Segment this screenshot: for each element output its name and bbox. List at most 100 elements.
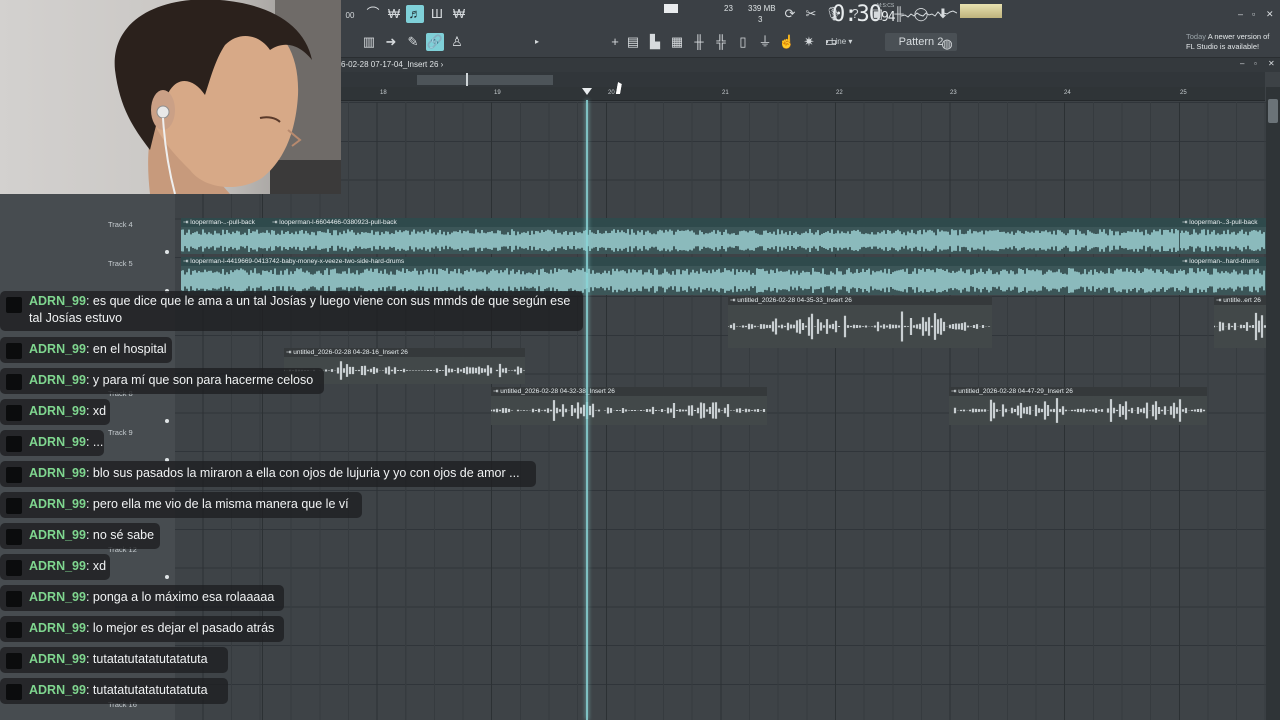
audio-clip[interactable]: ⇥ untitled_2026-02-28 04-32-38_Insert 26 — [491, 387, 767, 425]
loop-record-icon[interactable]: ₩ — [450, 5, 468, 23]
minimize-icon[interactable]: ‒ — [1238, 9, 1243, 19]
clip-label[interactable]: ⇥ untitle..ert 26 — [1214, 296, 1266, 305]
audio-clip[interactable]: ⇥ untitle..ert 26 — [1214, 296, 1266, 348]
clip-label[interactable]: ⇥ untitled_2026-02-28 04-47-29_Insert 26 — [949, 387, 1207, 396]
arrow-right-icon[interactable]: ➜ — [382, 33, 400, 51]
plugin-tree-icon[interactable]: ╬ — [712, 33, 730, 51]
chat-icon[interactable]: ◯ — [912, 5, 930, 23]
avatar — [6, 343, 22, 359]
chat-separator: : — [85, 528, 93, 542]
chat-separator: : — [85, 466, 93, 480]
playlist-minimize-icon[interactable]: ‒ — [1240, 59, 1244, 68]
vertical-scroll-thumb[interactable] — [1268, 99, 1278, 123]
step-edit-icon[interactable]: Ш — [428, 5, 446, 23]
audio-clip[interactable]: ⇥ looperman-..hard-drums — [1180, 257, 1266, 295]
chat-separator: : — [85, 342, 93, 356]
avatar — [6, 684, 22, 700]
mixer-view-icon[interactable]: ╫ — [690, 33, 708, 51]
piano-roll-icon[interactable]: ▙ — [646, 33, 664, 51]
chat-message: ADRN_99: no sé sabe — [0, 523, 160, 549]
piano-icon[interactable]: ▥ — [360, 33, 378, 51]
chat-message: ADRN_99: tutatatutatatutatatuta — [0, 647, 228, 673]
cpu-value: 23 — [724, 4, 733, 13]
playhead[interactable] — [586, 100, 588, 720]
store-icon[interactable]: ▭ — [822, 33, 840, 51]
waveform — [1214, 312, 1266, 341]
ruler-bar-number: 18 — [380, 90, 387, 96]
ruler-bar-number: 20 — [608, 90, 615, 96]
playlist-horizontal-scroller[interactable] — [340, 72, 1265, 87]
track-name[interactable]: Track 4 — [108, 220, 133, 229]
browser-icon[interactable]: ▯ — [734, 33, 752, 51]
track-name[interactable]: Track 5 — [108, 259, 133, 268]
mixer-icon[interactable]: ╫ — [890, 5, 908, 23]
clip-label[interactable]: ⇥ looperman-..-pull-back — [181, 218, 271, 227]
refresh-icon[interactable]: ⟳ — [781, 5, 799, 23]
clip-label[interactable]: ⇥ looperman-..hard-drums — [1180, 257, 1266, 266]
clip-label[interactable]: ⇥ looperman-l-6604466-0380923-pull-back — [270, 218, 1180, 227]
chat-separator: : — [85, 435, 93, 449]
track-mute-dot[interactable] — [165, 250, 169, 254]
draw-icon[interactable]: ✎ — [404, 33, 422, 51]
cpu-icon — [664, 4, 678, 13]
pattern-prev-icon[interactable]: ▸ — [528, 33, 546, 51]
globe-icon[interactable]: ◍ — [938, 35, 956, 53]
help-icon[interactable]: ? — [846, 5, 864, 23]
audio-clip[interactable]: ⇥ looperman-..3-pull-back — [1180, 218, 1266, 254]
playlist-close-icon[interactable]: ✕ — [1268, 59, 1275, 68]
playlist-icon[interactable]: ▤ — [624, 33, 642, 51]
chat-text: y para mí que son para hacerme celoso — [92, 373, 314, 387]
chat-text: es que dice que le ama a un tal Josías y… — [29, 294, 571, 325]
chat-text: no sé sabe — [92, 528, 155, 542]
news-panel[interactable]: Today A newer version of FL Studio is av… — [1186, 32, 1278, 52]
metronome-icon[interactable]: ⌒ — [364, 5, 382, 23]
main-toolbar: 00 ⌒ ₩ ♬ Ш ₩ 0:3094 M:S:CS 23 339 MB 3 ⟳… — [340, 0, 1280, 58]
ruler-bar-number: 19 — [494, 90, 501, 96]
toolbar-edge-icon[interactable]: 00 — [341, 7, 359, 25]
audio-clip[interactable]: ⇥ looperman-l-4419669-0413742-baby-money… — [181, 257, 1181, 295]
playlist-maximize-icon[interactable]: ▫ — [1254, 59, 1257, 68]
audio-clip[interactable]: ⇥ looperman-l-6604466-0380923-pull-back — [270, 218, 1180, 254]
waveform — [1180, 268, 1265, 293]
save-icon[interactable]: ▣ — [868, 5, 886, 23]
chat-separator: : — [85, 683, 93, 697]
chat-username: ADRN_99 — [29, 342, 86, 356]
audio-clip[interactable]: ⇥ untitled_2026-02-28 04-47-29_Insert 26 — [949, 387, 1207, 425]
clip-label[interactable]: ⇥ untitled_2026-02-28 04-35-33_Insert 26 — [728, 296, 992, 305]
countdown-icon[interactable]: ♬ — [406, 5, 424, 23]
output-meter — [960, 4, 1002, 18]
add-pattern-icon[interactable]: + — [606, 33, 624, 51]
wait-input-icon[interactable]: ₩ — [385, 5, 403, 23]
fx-icon[interactable]: ✷ — [800, 33, 818, 51]
audio-clip[interactable]: ⇥ untitled_2026-02-28 04-35-33_Insert 26 — [728, 296, 992, 348]
chat-separator: : — [85, 559, 93, 573]
stamp-icon[interactable]: ♙ — [448, 33, 466, 51]
clip-label[interactable]: ⇥ untitled_2026-02-28 04-32-38_Insert 26 — [491, 387, 767, 396]
link-icon[interactable]: 🔗 — [426, 33, 444, 51]
clip-label[interactable]: ⇥ untitled_2026-02-28 04-28-16_Insert 26 — [284, 348, 525, 357]
ruler-bar-number: 22 — [836, 90, 843, 96]
song-position-marker-icon[interactable] — [582, 88, 592, 95]
close-icon[interactable]: ✕ — [1266, 9, 1274, 20]
clip-label[interactable]: ⇥ looperman-..3-pull-back — [1180, 218, 1266, 227]
touch-icon[interactable]: ☝ — [778, 33, 796, 51]
plug-icon[interactable]: ⏚ — [756, 33, 774, 51]
download-icon[interactable]: ⬇ — [934, 5, 952, 23]
ruler-bar-number: 24 — [1064, 90, 1071, 96]
track-mute-dot[interactable] — [165, 419, 169, 423]
track-mute-dot[interactable] — [165, 575, 169, 579]
timeline-ruler[interactable]: 18 19 20 21 22 23 24 25 — [340, 87, 1265, 101]
maximize-icon[interactable]: ▫ — [1252, 9, 1255, 19]
scroller-thumb[interactable] — [417, 75, 553, 85]
chat-text: tutatatutatatutatatuta — [92, 683, 208, 697]
fl-studio-screen: 00 ⌒ ₩ ♬ Ш ₩ 0:3094 M:S:CS 23 339 MB 3 ⟳… — [0, 0, 1280, 720]
clip-label[interactable]: ⇥ looperman-l-4419669-0413742-baby-money… — [181, 257, 1181, 266]
microphone-icon[interactable]: 🎙 — [824, 5, 842, 23]
cut-icon[interactable]: ✂ — [802, 5, 820, 23]
vertical-scrollbar[interactable] — [1266, 87, 1280, 720]
track-name[interactable]: Track 9 — [108, 428, 133, 437]
avatar — [6, 405, 22, 421]
avatar — [6, 653, 22, 669]
audio-clip[interactable]: ⇥ looperman-..-pull-back — [181, 218, 271, 254]
channel-rack-icon[interactable]: ▦ — [668, 33, 686, 51]
